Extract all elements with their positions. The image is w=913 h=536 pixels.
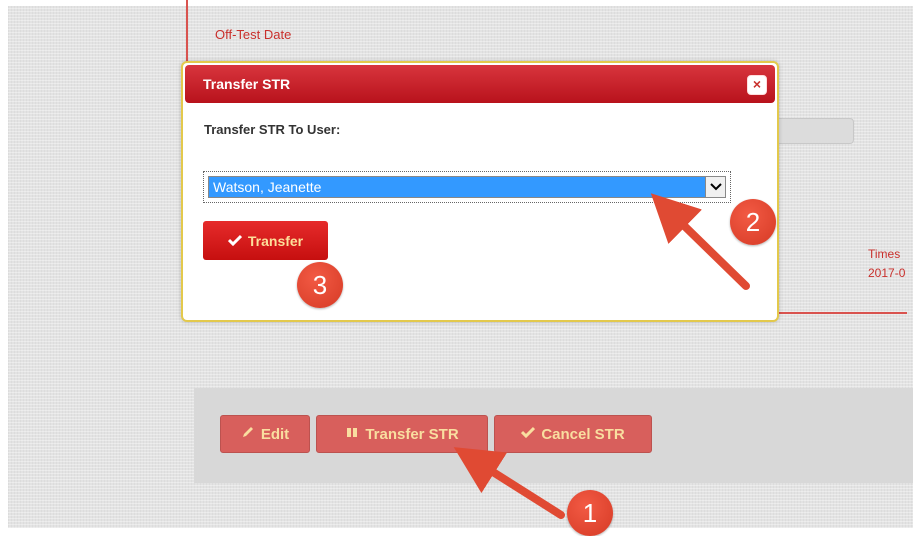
timestamp-value: 2017-0 bbox=[868, 266, 906, 280]
user-select[interactable]: Watson, Jeanette bbox=[208, 176, 726, 198]
transfer-button-label: Transfer bbox=[247, 232, 304, 249]
step-1-callout: 1 bbox=[567, 490, 613, 536]
cancel-str-button[interactable]: Cancel STR bbox=[494, 415, 652, 453]
dialog-header: Transfer STR × bbox=[185, 65, 775, 103]
transfer-str-button[interactable]: Transfer STR bbox=[316, 415, 488, 453]
transfer-str-button-label: Transfer STR bbox=[365, 425, 459, 443]
background-input[interactable] bbox=[770, 118, 854, 144]
chevron-down-icon[interactable] bbox=[705, 177, 725, 197]
transfer-button[interactable]: Transfer bbox=[203, 221, 328, 260]
transfer-to-user-label: Transfer STR To User: bbox=[204, 122, 341, 137]
edit-button-label: Edit bbox=[260, 425, 290, 443]
transfer-icon bbox=[345, 425, 359, 443]
dialog-title: Transfer STR bbox=[203, 76, 291, 92]
timestamp-label: Times bbox=[868, 247, 901, 261]
check-icon bbox=[521, 425, 536, 443]
step-2-callout: 2 bbox=[730, 199, 776, 245]
close-icon[interactable]: × bbox=[747, 75, 767, 95]
transfer-dialog: Transfer STR × Transfer STR To User: Wat… bbox=[181, 61, 779, 322]
check-icon bbox=[227, 233, 242, 249]
step-3-callout: 3 bbox=[297, 262, 343, 308]
cancel-str-button-label: Cancel STR bbox=[541, 425, 625, 443]
user-select-focus-ring: Watson, Jeanette bbox=[203, 171, 731, 203]
user-select-value: Watson, Jeanette bbox=[213, 179, 322, 195]
pencil-icon bbox=[241, 425, 255, 443]
off-test-date-label: Off-Test Date bbox=[215, 27, 292, 42]
edit-button[interactable]: Edit bbox=[220, 415, 310, 453]
